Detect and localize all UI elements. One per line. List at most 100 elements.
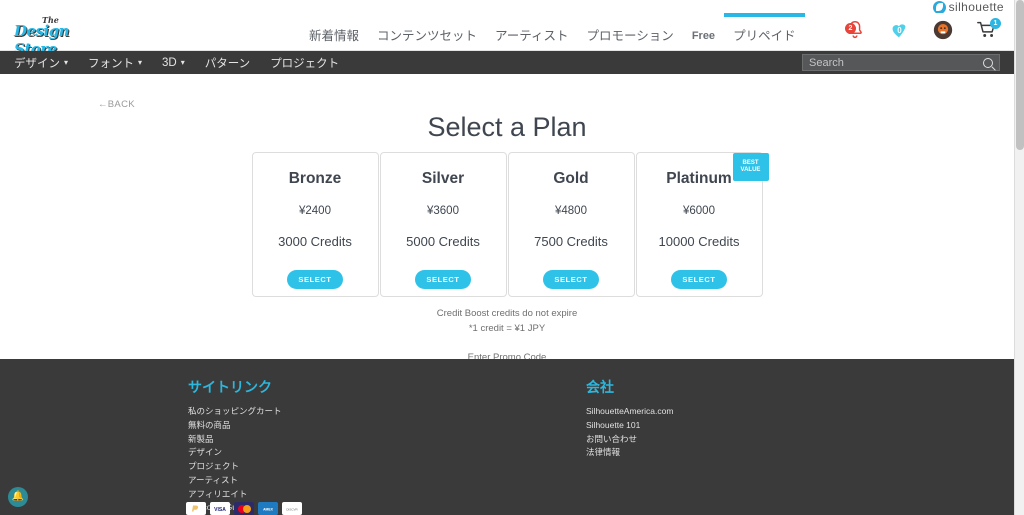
footer-link-project[interactable]: プロジェクト xyxy=(188,460,282,474)
nav-item-promotions[interactable]: プロモーション xyxy=(578,13,683,51)
search-icon[interactable] xyxy=(983,57,993,68)
subnav-label-design: デザイン xyxy=(14,57,60,70)
favorites-button[interactable]: 0 xyxy=(888,19,910,43)
nav-item-new[interactable]: 新着情報 xyxy=(300,13,368,51)
paypal-icon xyxy=(186,502,206,515)
vertical-scrollbar[interactable] xyxy=(1014,0,1024,515)
silhouette-brand[interactable]: silhouette xyxy=(932,0,1004,14)
page-root: silhouette The Design Store 新着情報 コンテンツセッ… xyxy=(0,0,1024,515)
subnav-item-font[interactable]: フォント ▾ xyxy=(78,55,152,71)
top-navigation: The Design Store 新着情報 コンテンツセット アーティスト プロ… xyxy=(0,13,1014,58)
fineprint-block: Credit Boost credits do not expire *1 cr… xyxy=(0,308,1014,365)
search-input[interactable] xyxy=(809,56,983,69)
footer-heading-sitelinks: サイトリンク xyxy=(188,379,272,395)
account-avatar[interactable] xyxy=(932,19,954,43)
nav-icon-group: 2 0 1 xyxy=(844,18,1001,43)
mastercard-icon xyxy=(234,502,254,515)
cart-badge: 1 xyxy=(990,18,1001,29)
footer-link-contact[interactable]: お問い合わせ xyxy=(586,433,673,447)
subnav-item-3d[interactable]: 3D ▾ xyxy=(152,57,195,69)
avatar-icon xyxy=(933,20,953,40)
plan-credits: 7500 Credits xyxy=(534,234,608,249)
search-box[interactable] xyxy=(802,54,1000,71)
subnav-label-project: プロジェクト xyxy=(270,57,340,70)
chevron-down-icon: ▾ xyxy=(180,58,185,67)
footer-link-silhouette-america[interactable]: SilhouetteAmerica.com xyxy=(586,405,673,419)
footer-link-new-products[interactable]: 新製品 xyxy=(188,433,282,447)
plan-name: Platinum xyxy=(666,170,732,187)
silhouette-brand-label: silhouette xyxy=(948,0,1004,14)
plan-card-platinum[interactable]: BEST VALUE Platinum ¥6000 10000 Credits … xyxy=(635,152,769,297)
best-value-line2: VALUE xyxy=(740,167,761,173)
footer-heading-company: 会社 xyxy=(586,379,614,395)
best-value-line1: BEST xyxy=(742,159,759,166)
subnav-item-design[interactable]: デザイン ▾ xyxy=(0,55,78,71)
plan-card-bronze[interactable]: Bronze ¥2400 3000 Credits SELECT xyxy=(251,152,379,297)
subnav-label-3d: 3D xyxy=(162,56,177,69)
nav-item-content-sets[interactable]: コンテンツセット xyxy=(368,13,486,51)
visa-icon: VISA xyxy=(210,502,230,515)
plan-credits: 5000 Credits xyxy=(406,234,480,249)
main-content: ←BACK Select a Plan Bronze ¥2400 3000 Cr… xyxy=(0,74,1014,363)
bell-icon: 🔔 xyxy=(11,491,25,502)
chevron-down-icon: ▾ xyxy=(64,58,69,67)
best-value-badge: BEST VALUE xyxy=(732,153,769,181)
plan-card-silver[interactable]: Silver ¥3600 5000 Credits SELECT xyxy=(379,152,507,297)
amex-icon: AMEX xyxy=(258,502,278,515)
site-footer: サイトリンク 私のショッピングカート 無料の商品 新製品 デザイン プロジェクト… xyxy=(0,359,1014,515)
chat-support-button[interactable]: 🔔 xyxy=(8,487,28,507)
fineprint-expiry: Credit Boost credits do not expire xyxy=(436,308,578,319)
paypal-glyph xyxy=(187,503,205,514)
primary-nav-links: 新着情報 コンテンツセット アーティスト プロモーション Free プリペイド xyxy=(300,13,805,51)
secondary-navigation: デザイン ▾ フォント ▾ 3D ▾ パターン プロジェクト xyxy=(0,51,1014,74)
fineprint-rate: *1 credit = ¥1 JPY xyxy=(468,323,546,334)
footer-link-free-items[interactable]: 無料の商品 xyxy=(188,419,282,433)
discover-glyph: DISCVR xyxy=(283,503,301,514)
silhouette-logo-icon xyxy=(932,0,946,14)
plan-name: Gold xyxy=(553,170,589,187)
subnav-item-project[interactable]: プロジェクト xyxy=(260,55,349,71)
chevron-down-icon: ▾ xyxy=(138,58,143,67)
footer-column-company: 会社 SilhouetteAmerica.com Silhouette 101 … xyxy=(586,377,673,460)
nav-item-prepaid[interactable]: プリペイド xyxy=(724,13,805,51)
nav-item-free[interactable]: Free xyxy=(683,13,724,51)
page-title: Select a Plan xyxy=(427,112,587,142)
notifications-button[interactable]: 2 xyxy=(844,19,866,43)
plan-card-gold[interactable]: Gold ¥4800 7500 Credits SELECT xyxy=(507,152,635,297)
amex-glyph: AMEX xyxy=(259,503,277,514)
footer-link-affiliate[interactable]: アフィリエイト xyxy=(188,488,282,502)
mastercard-glyph xyxy=(237,504,251,513)
select-button-platinum[interactable]: SELECT xyxy=(671,270,727,289)
favorites-badge: 0 xyxy=(897,26,902,35)
nav-item-artists[interactable]: アーティスト xyxy=(486,13,578,51)
discover-icon: DISCVR xyxy=(282,502,302,515)
select-button-gold[interactable]: SELECT xyxy=(543,270,599,289)
footer-link-legal[interactable]: 法律情報 xyxy=(586,446,673,460)
footer-link-artists[interactable]: アーティスト xyxy=(188,474,282,488)
back-link[interactable]: ←BACK xyxy=(98,99,135,110)
svg-text:DISCVR: DISCVR xyxy=(286,508,298,512)
select-button-bronze[interactable]: SELECT xyxy=(287,270,343,289)
subnav-item-pattern[interactable]: パターン xyxy=(195,55,260,71)
notifications-badge: 2 xyxy=(845,23,856,34)
payment-methods: VISA AMEX DISCVR xyxy=(186,502,302,515)
cart-button[interactable]: 1 xyxy=(976,18,1001,43)
plan-name: Silver xyxy=(421,170,465,187)
plan-price: ¥6000 xyxy=(683,205,715,217)
plan-card-list: Bronze ¥2400 3000 Credits SELECT Silver … xyxy=(0,152,1014,297)
plan-price: ¥3600 xyxy=(427,205,459,217)
plan-credits: 10000 Credits xyxy=(658,234,740,249)
footer-link-silhouette-101[interactable]: Silhouette 101 xyxy=(586,419,673,433)
plan-credits: 3000 Credits xyxy=(278,234,352,249)
scrollbar-thumb[interactable] xyxy=(1016,0,1024,150)
visa-glyph: VISA xyxy=(211,503,229,514)
svg-text:VISA: VISA xyxy=(214,507,226,513)
select-button-silver[interactable]: SELECT xyxy=(415,270,471,289)
footer-link-cart[interactable]: 私のショッピングカート xyxy=(188,405,282,419)
design-store-logo[interactable]: The Design Store xyxy=(12,14,96,58)
subnav-label-pattern: パターン xyxy=(204,57,251,70)
footer-link-design[interactable]: デザイン xyxy=(188,446,282,460)
brand-strip: silhouette xyxy=(0,0,1014,14)
footer-column-sitelinks: サイトリンク 私のショッピングカート 無料の商品 新製品 デザイン プロジェクト… xyxy=(188,377,282,515)
subnav-label-font: フォント xyxy=(88,57,135,70)
